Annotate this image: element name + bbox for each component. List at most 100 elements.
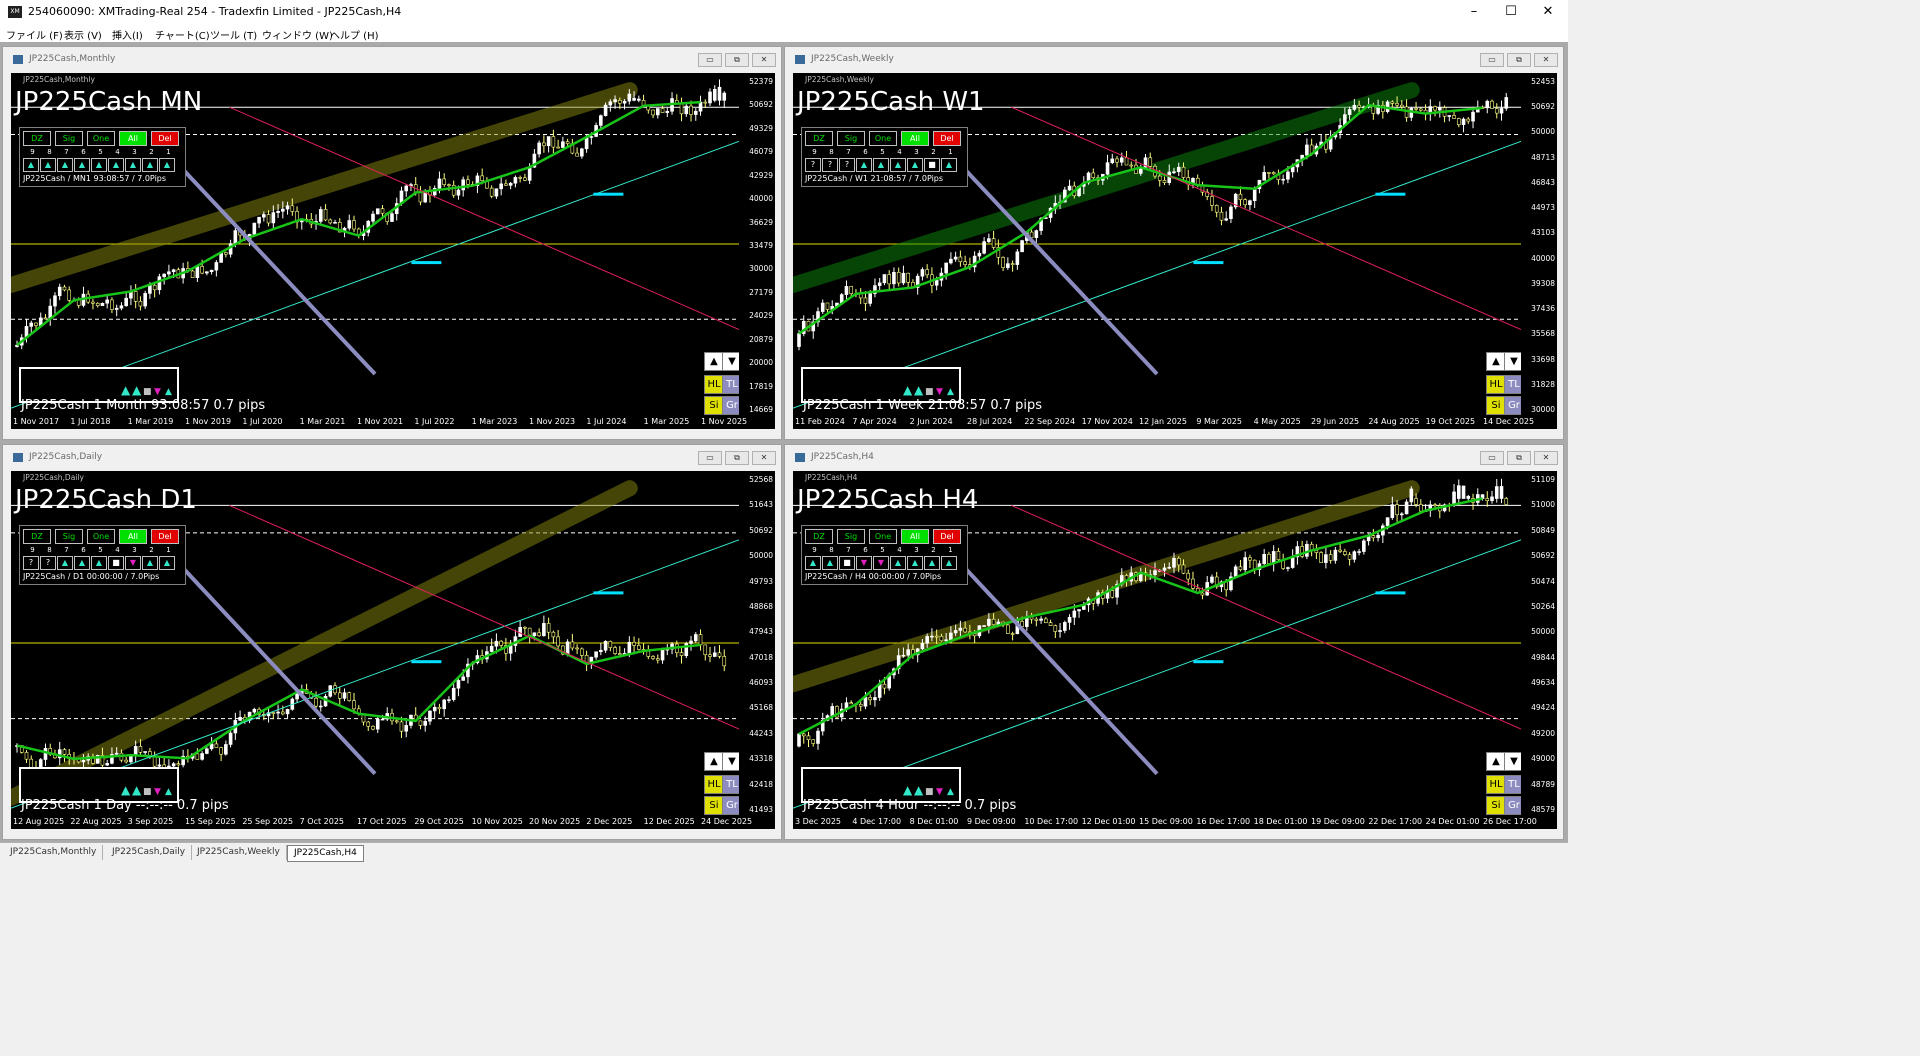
one-button[interactable]: One bbox=[87, 131, 115, 146]
signal-cell[interactable]: ▲ bbox=[941, 158, 957, 172]
menu-charts[interactable]: チャート(C) bbox=[155, 27, 210, 42]
one-button[interactable]: One bbox=[869, 131, 897, 146]
maximize-button[interactable]: ☐ bbox=[1491, 2, 1531, 22]
signal-cell[interactable]: ? bbox=[822, 158, 838, 172]
signal-cell[interactable]: ? bbox=[839, 158, 855, 172]
signal-cell[interactable]: ▲ bbox=[907, 158, 923, 172]
del-button[interactable]: Del bbox=[151, 529, 179, 544]
del-button[interactable]: Del bbox=[933, 131, 961, 146]
signal-cell[interactable]: ▼ bbox=[873, 556, 889, 570]
signal-cell[interactable]: ▲ bbox=[822, 556, 838, 570]
scroll-up-button[interactable]: ▲ bbox=[1486, 752, 1506, 771]
signal-cell[interactable]: ▲ bbox=[924, 556, 940, 570]
chart-close-button[interactable]: ✕ bbox=[1534, 451, 1558, 465]
signal-cell[interactable]: ▲ bbox=[142, 158, 158, 172]
chart-plot-area[interactable]: JP225Cash,Daily JP225Cash D1 DZ Sig One All De… bbox=[11, 471, 739, 815]
signal-cell[interactable]: ■ bbox=[108, 556, 124, 570]
signal-cell[interactable]: ▲ bbox=[159, 556, 175, 570]
dz-button[interactable]: DZ bbox=[805, 529, 833, 544]
signal-cell[interactable]: ▲ bbox=[40, 158, 56, 172]
signal-cell[interactable]: ▲ bbox=[91, 158, 107, 172]
si-button[interactable]: Si bbox=[1486, 396, 1506, 415]
tab-h4[interactable]: JP225Cash,H4 bbox=[287, 845, 364, 862]
all-button[interactable]: All bbox=[119, 131, 147, 146]
signal-cell[interactable]: ▲ bbox=[23, 158, 39, 172]
chart-minimize-button[interactable]: ▭ bbox=[698, 53, 722, 67]
chart-restore-button[interactable]: ⧉ bbox=[1507, 53, 1531, 67]
hl-button[interactable]: HL bbox=[1486, 375, 1506, 394]
scroll-down-button[interactable]: ▼ bbox=[1504, 752, 1521, 771]
chart-plot-area[interactable]: JP225Cash,Monthly JP225Cash MN DZ Sig One All… bbox=[11, 73, 739, 415]
chart-minimize-button[interactable]: ▭ bbox=[1480, 451, 1504, 465]
signal-cell[interactable]: ▲ bbox=[91, 556, 107, 570]
del-button[interactable]: Del bbox=[151, 131, 179, 146]
close-button[interactable]: ✕ bbox=[1528, 2, 1568, 22]
signal-cell[interactable]: ▲ bbox=[890, 158, 906, 172]
signal-cell[interactable]: ▲ bbox=[74, 158, 90, 172]
scroll-up-button[interactable]: ▲ bbox=[704, 752, 724, 771]
gr-button[interactable]: Gr bbox=[1504, 396, 1521, 415]
signal-cell[interactable]: ▲ bbox=[907, 556, 923, 570]
scroll-down-button[interactable]: ▼ bbox=[722, 352, 739, 371]
chart-restore-button[interactable]: ⧉ bbox=[1507, 451, 1531, 465]
sig-button[interactable]: Sig bbox=[55, 131, 83, 146]
signal-cell[interactable]: ▲ bbox=[57, 158, 73, 172]
menu-help[interactable]: ヘルプ (H) bbox=[330, 27, 379, 42]
scroll-up-button[interactable]: ▲ bbox=[1486, 352, 1506, 371]
signal-cell[interactable]: ▼ bbox=[125, 556, 141, 570]
all-button[interactable]: All bbox=[901, 529, 929, 544]
gr-button[interactable]: Gr bbox=[722, 396, 739, 415]
hl-button[interactable]: HL bbox=[704, 775, 724, 794]
signal-cell[interactable]: ■ bbox=[839, 556, 855, 570]
tl-button[interactable]: TL bbox=[722, 375, 739, 394]
signal-cell[interactable]: ▲ bbox=[142, 556, 158, 570]
hl-button[interactable]: HL bbox=[704, 375, 724, 394]
hl-button[interactable]: HL bbox=[1486, 775, 1506, 794]
si-button[interactable]: Si bbox=[704, 796, 724, 815]
chart-minimize-button[interactable]: ▭ bbox=[698, 451, 722, 465]
all-button[interactable]: All bbox=[119, 529, 147, 544]
tl-button[interactable]: TL bbox=[1504, 375, 1521, 394]
menu-tools[interactable]: ツール (T) bbox=[210, 27, 257, 42]
del-button[interactable]: Del bbox=[933, 529, 961, 544]
menu-view[interactable]: 表示 (V) bbox=[64, 27, 102, 42]
signal-cell[interactable]: ▲ bbox=[873, 158, 889, 172]
dz-button[interactable]: DZ bbox=[23, 131, 51, 146]
sig-button[interactable]: Sig bbox=[837, 529, 865, 544]
signal-cell[interactable]: ? bbox=[40, 556, 56, 570]
si-button[interactable]: Si bbox=[1486, 796, 1506, 815]
gr-button[interactable]: Gr bbox=[722, 796, 739, 815]
chart-close-button[interactable]: ✕ bbox=[752, 53, 776, 67]
signal-cell[interactable]: ▲ bbox=[941, 556, 957, 570]
chart-window-h4[interactable]: JP225Cash,H4 ▭ ⧉ ✕ JP225Cash,H4 JP225Cash H4 D… bbox=[784, 444, 1564, 840]
dz-button[interactable]: DZ bbox=[23, 529, 51, 544]
chart-window-daily[interactable]: JP225Cash,Daily ▭ ⧉ ✕ JP225Cash,Daily JP225Ca… bbox=[2, 444, 782, 840]
minimize-button[interactable]: – bbox=[1454, 2, 1494, 22]
signal-cell[interactable]: ■ bbox=[924, 158, 940, 172]
chart-window-weekly[interactable]: JP225Cash,Weekly ▭ ⧉ ✕ JP225Cash,Weekly JP225… bbox=[784, 46, 1564, 440]
signal-cell[interactable]: ▲ bbox=[108, 158, 124, 172]
chart-restore-button[interactable]: ⧉ bbox=[725, 53, 749, 67]
menu-window[interactable]: ウィンドウ (W) bbox=[262, 27, 333, 42]
chart-minimize-button[interactable]: ▭ bbox=[1480, 53, 1504, 67]
sig-button[interactable]: Sig bbox=[837, 131, 865, 146]
one-button[interactable]: One bbox=[869, 529, 897, 544]
menu-insert[interactable]: 挿入(I) bbox=[112, 27, 143, 42]
signal-cell[interactable]: ▲ bbox=[856, 158, 872, 172]
signal-cell[interactable]: ▼ bbox=[856, 556, 872, 570]
signal-cell[interactable]: ▲ bbox=[57, 556, 73, 570]
signal-cell[interactable]: ▲ bbox=[159, 158, 175, 172]
tl-button[interactable]: TL bbox=[722, 775, 739, 794]
one-button[interactable]: One bbox=[87, 529, 115, 544]
chart-window-monthly[interactable]: JP225Cash,Monthly ▭ ⧉ ✕ JP225Cash,Monthly JP2… bbox=[2, 46, 782, 440]
sig-button[interactable]: Sig bbox=[55, 529, 83, 544]
tab-monthly[interactable]: JP225Cash,Monthly bbox=[4, 845, 104, 860]
signal-cell[interactable]: ? bbox=[805, 158, 821, 172]
signal-cell[interactable]: ▲ bbox=[125, 158, 141, 172]
gr-button[interactable]: Gr bbox=[1504, 796, 1521, 815]
chart-plot-area[interactable]: JP225Cash,Weekly JP225Cash W1 DZ Sig One All D… bbox=[793, 73, 1521, 415]
scroll-down-button[interactable]: ▼ bbox=[722, 752, 739, 771]
dz-button[interactable]: DZ bbox=[805, 131, 833, 146]
chart-close-button[interactable]: ✕ bbox=[1534, 53, 1558, 67]
scroll-down-button[interactable]: ▼ bbox=[1504, 352, 1521, 371]
